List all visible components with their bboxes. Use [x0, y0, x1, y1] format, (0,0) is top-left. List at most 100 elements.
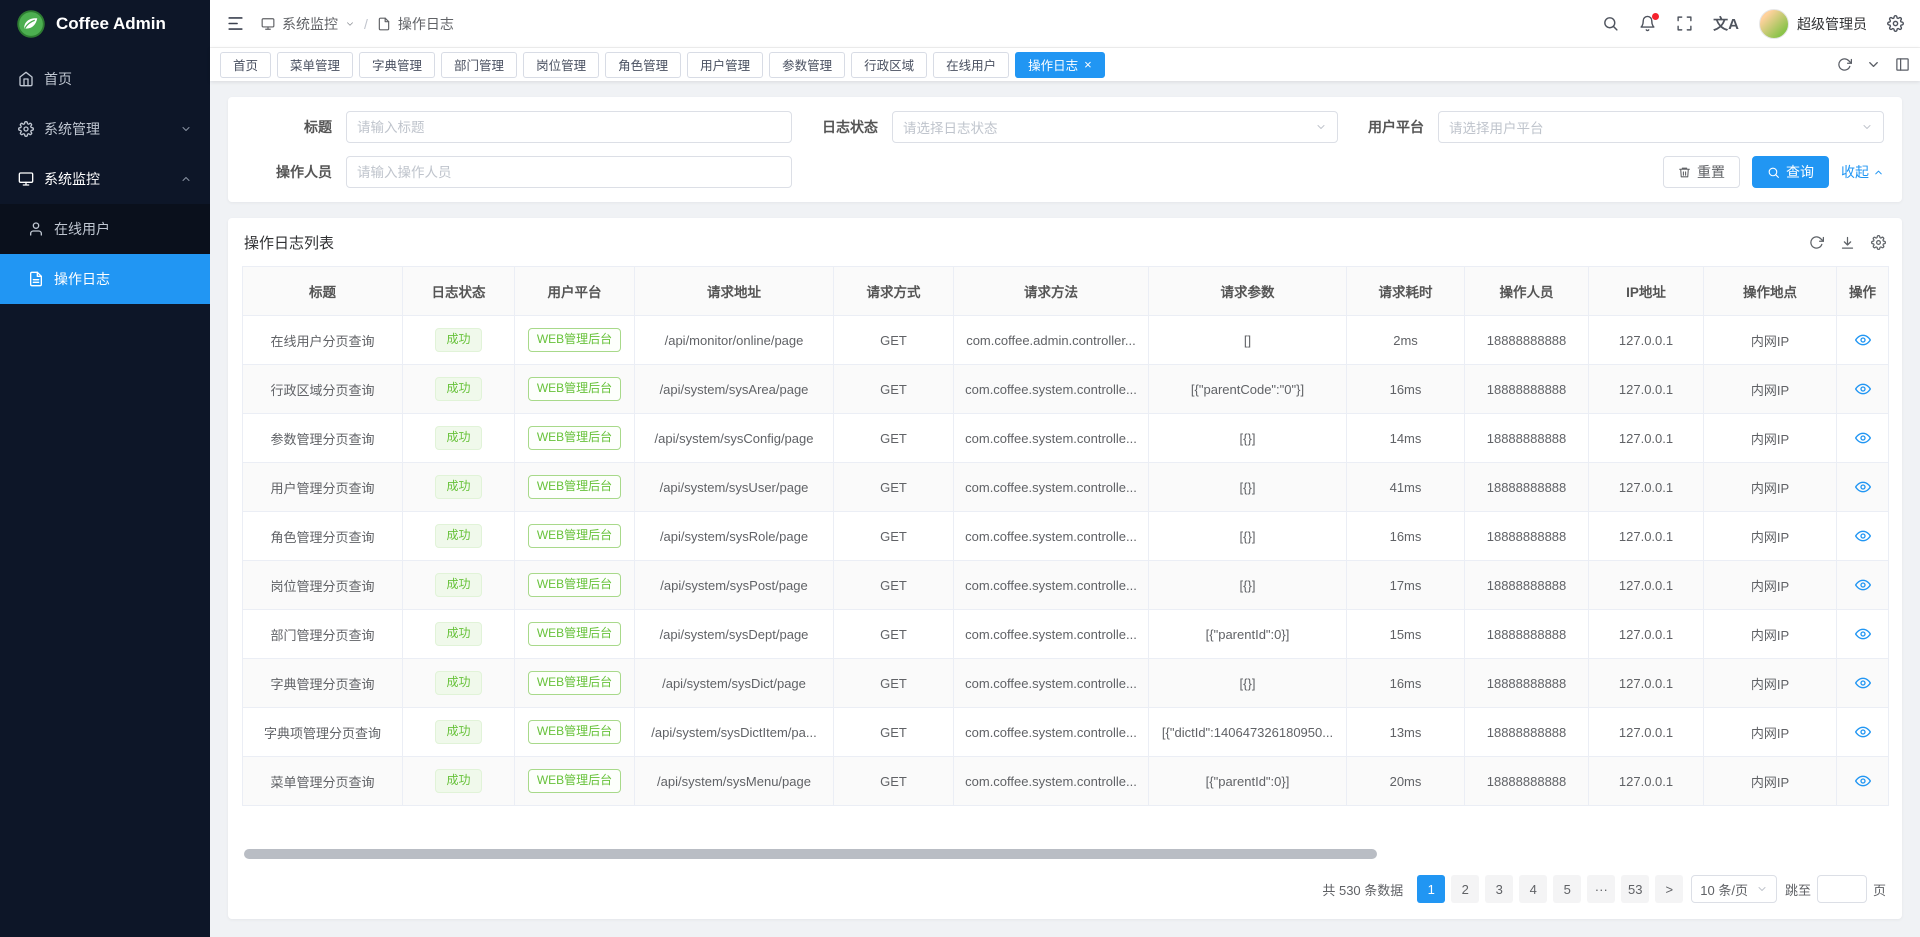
page-size-select[interactable]: 10 条/页 [1691, 875, 1777, 903]
cell-title: 参数管理分页查询 [243, 414, 403, 463]
collapse-link[interactable]: 收起 [1841, 162, 1884, 182]
cell-operator: 18888888888 [1465, 316, 1589, 365]
breadcrumb: 系统监控 / 操作日志 [261, 14, 454, 34]
column-header: 用户平台 [515, 267, 635, 316]
cell-ip: 127.0.0.1 [1589, 708, 1704, 757]
refresh-icon[interactable] [1837, 57, 1852, 72]
page-button[interactable]: 53 [1621, 875, 1649, 903]
tab-label: 行政区域 [864, 55, 914, 74]
tab[interactable]: 参数管理 × [769, 52, 845, 78]
cell-platform: WEB管理后台 [515, 708, 635, 757]
page-button[interactable]: 2 [1451, 875, 1479, 903]
layout-icon[interactable] [1895, 57, 1910, 72]
app-logo-icon [16, 9, 46, 39]
table-row[interactable]: 角色管理分页查询 成功 WEB管理后台 /api/system/sysRole/… [243, 512, 1889, 561]
search-icon[interactable] [1602, 15, 1619, 32]
sidebar-item-operation-log[interactable]: 操作日志 [0, 254, 210, 304]
table-row[interactable]: 用户管理分页查询 成功 WEB管理后台 /api/system/sysUser/… [243, 463, 1889, 512]
view-detail-eye-icon[interactable] [1855, 430, 1871, 446]
table-row[interactable]: 行政区域分页查询 成功 WEB管理后台 /api/system/sysArea/… [243, 365, 1889, 414]
tab[interactable]: 菜单管理 × [277, 52, 353, 78]
table-row[interactable]: 字典管理分页查询 成功 WEB管理后台 /api/system/sysDict/… [243, 659, 1889, 708]
view-detail-eye-icon[interactable] [1855, 577, 1871, 593]
log-status-label: 日志状态 [792, 117, 892, 137]
avatar[interactable] [1759, 9, 1789, 39]
monitor-icon [261, 17, 275, 31]
horizontal-scrollbar-thumb[interactable] [244, 849, 1377, 859]
refresh-icon[interactable] [1809, 235, 1824, 250]
table-header-bar: 操作日志列表 [242, 218, 1888, 266]
export-icon[interactable] [1840, 235, 1855, 250]
view-detail-eye-icon[interactable] [1855, 332, 1871, 348]
column-settings-icon[interactable] [1871, 235, 1886, 250]
tab[interactable]: 在线用户 × [933, 52, 1009, 78]
sidebar-item-system-mgmt[interactable]: 系统管理 [0, 104, 210, 154]
status-badge: 成功 [435, 426, 481, 450]
tab[interactable]: 部门管理 × [441, 52, 517, 78]
page-button[interactable]: 5 [1553, 875, 1581, 903]
view-detail-eye-icon[interactable] [1855, 528, 1871, 544]
tab[interactable]: 用户管理 × [687, 52, 763, 78]
settings-gear-icon[interactable] [1887, 15, 1904, 32]
table-row[interactable]: 参数管理分页查询 成功 WEB管理后台 /api/system/sysConfi… [243, 414, 1889, 463]
fullscreen-icon[interactable] [1676, 15, 1693, 32]
sidebar-item-system-monitor[interactable]: 系统监控 [0, 154, 210, 204]
platform-badge: WEB管理后台 [528, 573, 621, 597]
cell-operator: 18888888888 [1465, 414, 1589, 463]
user-menu[interactable]: 超级管理员 [1759, 9, 1867, 39]
table-row[interactable]: 部门管理分页查询 成功 WEB管理后台 /api/system/sysDept/… [243, 610, 1889, 659]
sidebar-item-online-users[interactable]: 在线用户 [0, 204, 210, 254]
notification-bell-icon[interactable] [1639, 15, 1656, 32]
page-button[interactable]: 3 [1485, 875, 1513, 903]
tab-label: 岗位管理 [536, 55, 586, 74]
table-row[interactable]: 岗位管理分页查询 成功 WEB管理后台 /api/system/sysPost/… [243, 561, 1889, 610]
view-detail-eye-icon[interactable] [1855, 626, 1871, 642]
cell-actions [1837, 463, 1889, 512]
horizontal-scrollbar [244, 849, 1886, 859]
cell-log-status: 成功 [403, 757, 515, 806]
tab[interactable]: 岗位管理 × [523, 52, 599, 78]
page-button[interactable]: ··· [1587, 875, 1615, 903]
page-button[interactable]: 4 [1519, 875, 1547, 903]
user-icon [28, 221, 44, 237]
tab[interactable]: 首页 × [220, 52, 271, 78]
breadcrumb-item-monitor[interactable]: 系统监控 [282, 14, 338, 34]
cell-request-method: GET [834, 708, 954, 757]
cell-actions [1837, 365, 1889, 414]
tab-close-icon[interactable]: × [1084, 58, 1092, 71]
app-logo-row[interactable]: Coffee Admin [0, 0, 210, 48]
filter-actions: 重置 查询 收起 [1663, 156, 1884, 188]
sidebar-item-home[interactable]: 首页 [0, 54, 210, 104]
column-header: 操作地点 [1704, 267, 1837, 316]
language-icon[interactable]: 文A [1713, 13, 1739, 34]
operator-input[interactable] [357, 165, 781, 180]
title-input[interactable] [357, 120, 781, 135]
view-detail-eye-icon[interactable] [1855, 773, 1871, 789]
page-button[interactable]: 1 [1417, 875, 1445, 903]
table-toolbar [1809, 235, 1886, 250]
tab[interactable]: 角色管理 × [605, 52, 681, 78]
tab[interactable]: 字典管理 × [359, 52, 435, 78]
query-button[interactable]: 查询 [1752, 156, 1829, 188]
column-header: 请求方法 [954, 267, 1149, 316]
view-detail-eye-icon[interactable] [1855, 724, 1871, 740]
cell-actions [1837, 316, 1889, 365]
page-button[interactable]: > [1655, 875, 1683, 903]
cell-ip: 127.0.0.1 [1589, 365, 1704, 414]
jump-page-input[interactable] [1817, 875, 1867, 903]
user-platform-select[interactable]: 请选择用户平台 [1438, 111, 1884, 143]
tab[interactable]: 行政区域 × [851, 52, 927, 78]
chevron-down-icon[interactable] [1866, 57, 1881, 72]
table-row[interactable]: 字典项管理分页查询 成功 WEB管理后台 /api/system/sysDict… [243, 708, 1889, 757]
cell-log-status: 成功 [403, 561, 515, 610]
document-icon [28, 271, 44, 287]
view-detail-eye-icon[interactable] [1855, 675, 1871, 691]
table-row[interactable]: 菜单管理分页查询 成功 WEB管理后台 /api/system/sysMenu/… [243, 757, 1889, 806]
menu-fold-icon[interactable] [226, 14, 245, 33]
table-row[interactable]: 在线用户分页查询 成功 WEB管理后台 /api/monitor/online/… [243, 316, 1889, 365]
view-detail-eye-icon[interactable] [1855, 381, 1871, 397]
reset-button[interactable]: 重置 [1663, 156, 1740, 188]
tab[interactable]: 操作日志 × [1015, 52, 1105, 78]
log-status-select[interactable]: 请选择日志状态 [892, 111, 1338, 143]
view-detail-eye-icon[interactable] [1855, 479, 1871, 495]
